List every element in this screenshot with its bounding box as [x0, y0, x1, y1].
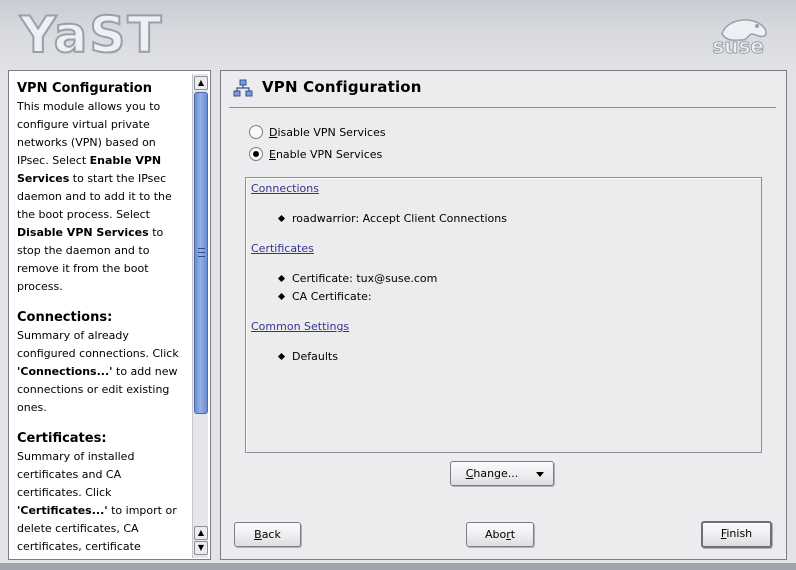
scrollbar-thumb[interactable]	[194, 92, 208, 414]
help-intro: This module allows you to configure virt…	[17, 100, 172, 293]
list-item: Certificate: tux@suse.com	[277, 272, 437, 285]
arrow-down-icon: ▼	[197, 543, 205, 552]
enable-vpn-radio[interactable]: Enable VPN Services	[249, 146, 382, 162]
radio-dot	[253, 151, 259, 157]
title-banner: YaST suse	[0, 0, 796, 70]
enable-vpn-label: Enable VPN Services	[269, 147, 383, 161]
window-bottom-edge	[0, 563, 796, 570]
scroll-up-button[interactable]: ▲	[194, 526, 208, 540]
scroll-down-button[interactable]: ▼	[194, 541, 208, 555]
certificates-link[interactable]: Certificates	[251, 242, 314, 255]
yast-logo: YaST	[19, 5, 164, 65]
chevron-down-icon	[536, 472, 544, 477]
help-scrollbar[interactable]: ▲ ▲ ▼	[192, 74, 208, 558]
help-title: VPN Configuration	[17, 81, 152, 96]
arrow-up-icon: ▲	[197, 78, 205, 87]
disable-vpn-label: Disable VPN Services	[269, 125, 386, 139]
list-item: Defaults	[277, 350, 338, 363]
disable-vpn-radio[interactable]: Disable VPN Services	[249, 124, 386, 140]
grip-icon	[198, 248, 205, 257]
bullet-icon	[277, 352, 286, 361]
scroll-up-top-button[interactable]: ▲	[194, 76, 208, 90]
network-icon	[233, 79, 253, 97]
arrow-up-icon: ▲	[197, 528, 205, 537]
help-text: VPN Configuration This module allows you…	[9, 71, 190, 559]
main-panel: VPN Configuration Disable VPN Services E…	[220, 70, 787, 560]
bullet-icon	[277, 214, 286, 223]
common-settings-link[interactable]: Common Settings	[251, 320, 349, 333]
list-item: roadwarrior: Accept Client Connections	[277, 212, 507, 225]
radio-unchecked-icon[interactable]	[249, 125, 263, 139]
back-button[interactable]: Back	[234, 522, 301, 547]
help-connections-text: Summary of already configured connection…	[17, 329, 179, 414]
bullet-icon	[277, 274, 286, 283]
help-certificates-text: Summary of installed certificates and CA…	[17, 450, 177, 553]
radio-checked-icon[interactable]	[249, 147, 263, 161]
abort-button[interactable]: Abort	[466, 522, 534, 547]
help-connections-heading: Connections:	[17, 310, 113, 325]
bullet-icon	[277, 292, 286, 301]
help-certificates-heading: Certificates:	[17, 431, 107, 446]
change-label: Change...	[465, 467, 519, 480]
connections-link[interactable]: Connections	[251, 182, 319, 195]
suse-logo: suse	[712, 34, 765, 59]
title-divider	[229, 107, 776, 108]
help-panel: VPN Configuration This module allows you…	[8, 70, 211, 560]
page-title: VPN Configuration	[262, 78, 422, 96]
finish-button[interactable]: Finish	[701, 521, 772, 548]
summary-box: Connections roadwarrior: Accept Client C…	[245, 177, 762, 453]
list-item: CA Certificate:	[277, 290, 372, 303]
change-menu-button[interactable]: Change...	[450, 461, 554, 486]
